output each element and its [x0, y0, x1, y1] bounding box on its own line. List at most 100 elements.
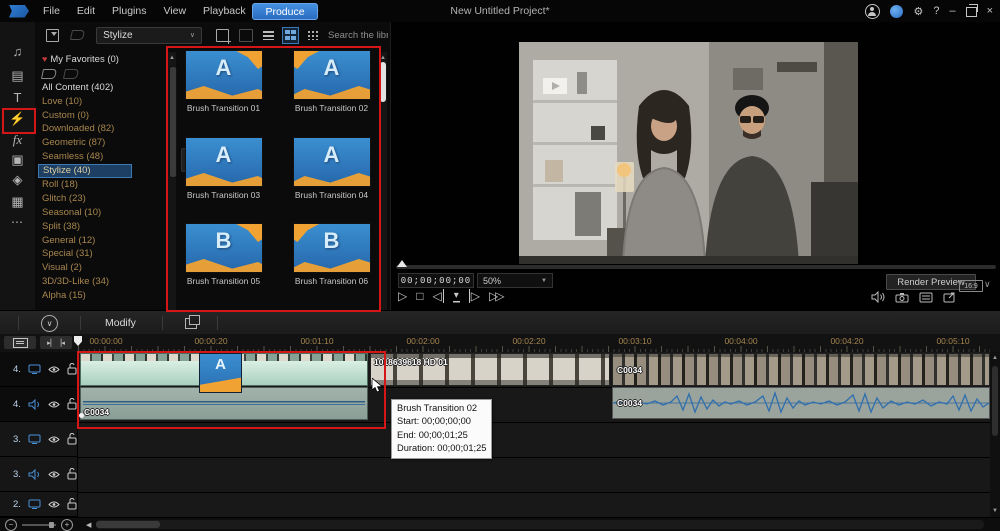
library-item[interactable]: A Brush Transition 01 [172, 50, 275, 113]
aspect-ratio-badge[interactable]: 16:9 [959, 280, 983, 292]
clip-c0034-audio-2[interactable]: C0034 [612, 387, 990, 419]
media-room-icon[interactable]: ♫ [0, 44, 35, 59]
menu-playback[interactable]: Playback [203, 5, 246, 17]
transition-clip-overlay[interactable]: A [199, 353, 242, 393]
track-header-2-video[interactable]: 2. [0, 492, 78, 517]
category-3d-like[interactable]: 3D/3D-Like (34) [38, 275, 132, 289]
produce-button[interactable]: Produce [252, 3, 318, 20]
preview-timecode[interactable]: 00;00;00;00 [398, 273, 474, 288]
video-overlay-room-icon[interactable]: ▤ [0, 68, 35, 84]
snapshot-camera-icon[interactable] [895, 292, 909, 303]
lock-icon[interactable] [67, 468, 77, 480]
thumbnail-size-icon[interactable] [307, 30, 318, 40]
eye-icon[interactable] [48, 499, 60, 510]
clip-1018639618-hd-01[interactable]: 1018639618 HD 01 [370, 353, 610, 386]
category-downloaded[interactable]: Downloaded (82) [38, 122, 132, 136]
menu-file[interactable]: File [43, 5, 60, 17]
library-item[interactable]: A Brush Transition 02 [280, 50, 383, 113]
close-button[interactable]: × [987, 5, 993, 17]
effect-room-icon[interactable]: fx [0, 132, 35, 148]
scroll-down-icon[interactable]: ▼ [991, 507, 999, 515]
library-item[interactable]: B Brush Transition 06 [280, 223, 383, 286]
zoom-out-button[interactable]: − [5, 519, 17, 531]
category-seamless[interactable]: Seamless (48) [38, 150, 132, 164]
fast-forward-button[interactable]: ▷▷ [489, 289, 501, 303]
transition-room-icon[interactable]: ⚡ [0, 111, 35, 127]
snap-button[interactable]: ▸▏▕◂ [40, 336, 72, 349]
display-quality-icon[interactable] [919, 292, 933, 303]
play-button[interactable]: ▷ [398, 289, 407, 303]
scroll-up-icon[interactable]: ▲ [379, 54, 387, 62]
next-frame-button[interactable]: ▷ [469, 289, 480, 303]
category-split[interactable]: Split (38) [38, 220, 132, 234]
track-header-4-video[interactable]: 4. [0, 352, 78, 387]
zoom-in-button[interactable]: + [61, 519, 73, 531]
clip-c0034-video-2[interactable]: C0034 [612, 353, 990, 386]
timeline-menu-button[interactable]: ∨ [41, 315, 58, 332]
transition-thumbnail[interactable]: B [185, 223, 263, 273]
menu-edit[interactable]: Edit [77, 5, 95, 17]
seekbar-playhead[interactable] [397, 260, 407, 267]
more-rooms-icon[interactable]: ⋯ [0, 215, 35, 229]
preview-video[interactable] [519, 42, 858, 264]
category-alpha[interactable]: Alpha (15) [38, 289, 132, 303]
eye-icon[interactable] [48, 469, 60, 480]
library-item[interactable]: A Brush Transition 04 [280, 137, 383, 200]
zoom-slider[interactable] [22, 524, 56, 526]
timeline-horizontal-scrollbar[interactable] [96, 520, 984, 529]
eye-icon[interactable] [48, 364, 60, 375]
preview-seekbar[interactable] [396, 265, 996, 269]
stop-button[interactable]: □ [416, 289, 423, 303]
category-stylize[interactable]: Stylize (40) [38, 164, 132, 178]
timeline-vertical-scrollbar[interactable]: ▲ ▼ [990, 352, 1000, 517]
category-seasonal[interactable]: Seasonal (10) [38, 206, 132, 220]
track-header-3-audio[interactable]: 3. [0, 457, 78, 492]
lock-icon[interactable] [67, 363, 77, 375]
preview-zoom-dropdown[interactable]: 50% ▼ [477, 273, 553, 288]
grid-scrollbar[interactable]: ▲ ▼ [379, 52, 387, 328]
library-item[interactable]: B Brush Transition 05 [172, 223, 275, 286]
track-header-3-video[interactable]: 3. [0, 422, 78, 457]
eye-icon[interactable] [48, 434, 60, 445]
modify-button[interactable]: Modify [105, 317, 136, 329]
transition-thumbnail[interactable]: B [293, 223, 371, 273]
speaker-icon[interactable] [871, 291, 885, 303]
menu-view[interactable]: View [163, 5, 186, 17]
search-input[interactable] [326, 29, 390, 42]
previous-frame-button[interactable]: ◁ [432, 289, 443, 303]
title-room-icon[interactable]: T [0, 90, 35, 105]
category-roll[interactable]: Roll (18) [38, 178, 132, 192]
category-all-content[interactable]: All Content (402) [38, 81, 132, 95]
scroll-up-icon[interactable]: ▲ [991, 354, 999, 362]
category-geometric[interactable]: Geometric (87) [38, 136, 132, 150]
aspect-ratio-chevron-icon[interactable]: ∨ [984, 279, 991, 290]
directorzone-icon[interactable] [890, 5, 903, 18]
grid-view-icon[interactable] [282, 27, 300, 44]
category-glitch[interactable]: Glitch (23) [38, 192, 132, 206]
remove-tag-icon[interactable] [63, 69, 79, 79]
scroll-left-icon[interactable]: ◀ [86, 521, 91, 529]
settings-gear-icon[interactable]: ⚙ [913, 5, 923, 18]
add-tag-icon[interactable] [41, 69, 57, 79]
list-view-icon[interactable] [263, 30, 274, 40]
minimize-button[interactable]: – [949, 5, 955, 17]
transition-thumbnail[interactable]: A [185, 137, 263, 187]
category-general[interactable]: General (12) [38, 234, 132, 248]
account-icon[interactable] [865, 4, 880, 19]
tag-manager-icon[interactable] [70, 30, 85, 40]
menu-plugins[interactable]: Plugins [112, 5, 146, 17]
track-header-4-audio[interactable]: 4. [0, 387, 78, 422]
timeline-ruler[interactable]: 00:00:00 00:00:20 00:01:10 00:02:00 00:0… [78, 334, 990, 352]
duplicate-icon[interactable] [185, 318, 197, 329]
transition-thumbnail[interactable]: A [293, 137, 371, 187]
library-item[interactable]: A Brush Transition 03 [172, 137, 275, 200]
particle-room-icon[interactable]: ◈ [0, 172, 35, 188]
lock-icon[interactable] [67, 398, 77, 410]
mark-in-button[interactable]: ▾ [453, 290, 460, 303]
restore-window-button[interactable] [966, 7, 977, 17]
category-my-favorites[interactable]: ♥My Favorites (0) [38, 53, 132, 67]
detach-library-icon[interactable] [239, 29, 252, 42]
help-button[interactable]: ? [933, 5, 939, 17]
category-love[interactable]: Love (10) [38, 95, 132, 109]
lock-icon[interactable] [67, 433, 77, 445]
